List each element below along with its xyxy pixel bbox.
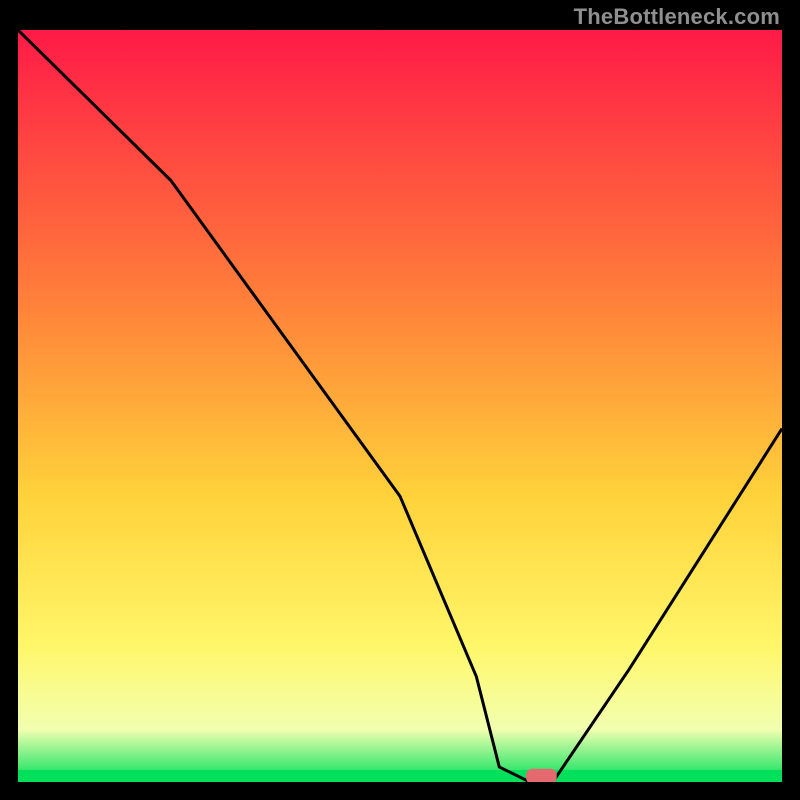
chart-svg — [18, 30, 782, 782]
watermark-text: TheBottleneck.com — [574, 4, 780, 30]
chart-frame — [18, 30, 782, 782]
baseline-green-band — [18, 770, 782, 782]
optimal-marker — [526, 769, 557, 782]
